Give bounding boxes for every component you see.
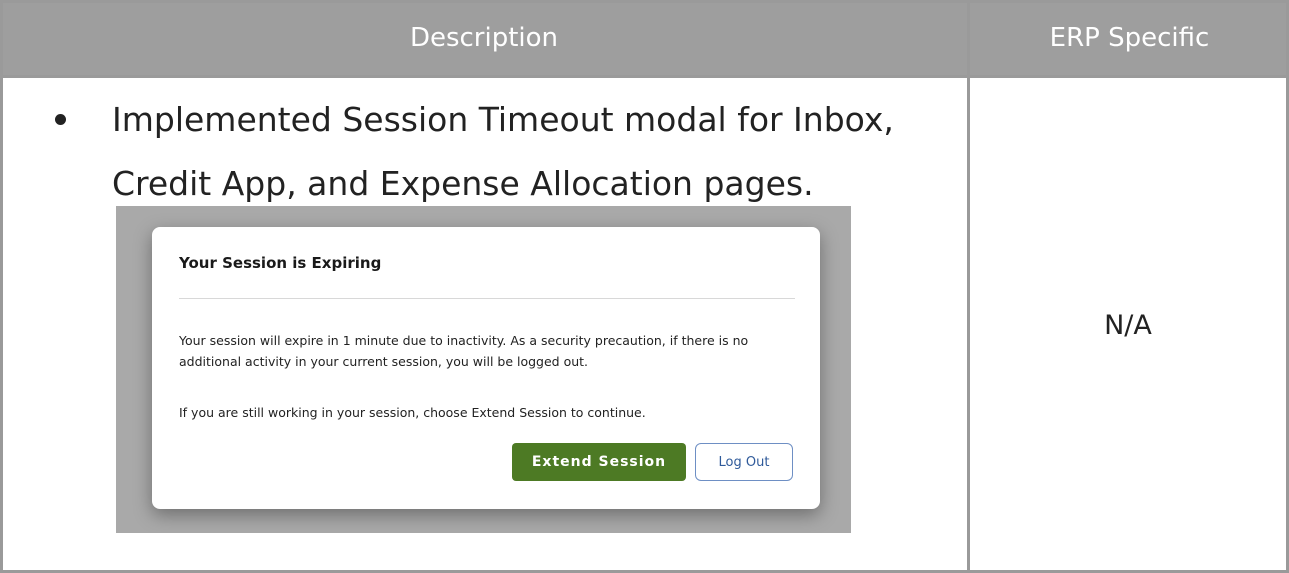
table-border-top	[0, 0, 1289, 3]
header-divider	[0, 75, 1289, 78]
description-text: Implemented Session Timeout modal for In…	[112, 100, 894, 203]
modal-divider	[179, 298, 795, 299]
description-header: Description	[409, 23, 559, 53]
modal-message: Your session will expire in 1 minute due…	[179, 333, 749, 369]
modal-instruction: If you are still working in your session…	[179, 405, 646, 420]
column-divider	[967, 0, 970, 573]
table-header-row: Description ERP Specific	[0, 0, 1289, 77]
modal-title: Your Session is Expiring	[179, 254, 382, 272]
erp-specific-header: ERP Specific	[1049, 23, 1210, 53]
table-border-left	[0, 0, 3, 573]
release-notes-table: Description ERP Specific Implemented Ses…	[0, 0, 1289, 573]
log-out-button[interactable]: Log Out	[695, 443, 793, 481]
extend-session-button[interactable]: Extend Session	[512, 443, 686, 481]
modal-screenshot: Your Session is Expiring Your session wi…	[116, 206, 851, 533]
session-timeout-modal: Your Session is Expiring Your session wi…	[152, 227, 820, 509]
erp-specific-value: N/A	[1104, 310, 1152, 341]
bullet-icon	[55, 114, 66, 125]
